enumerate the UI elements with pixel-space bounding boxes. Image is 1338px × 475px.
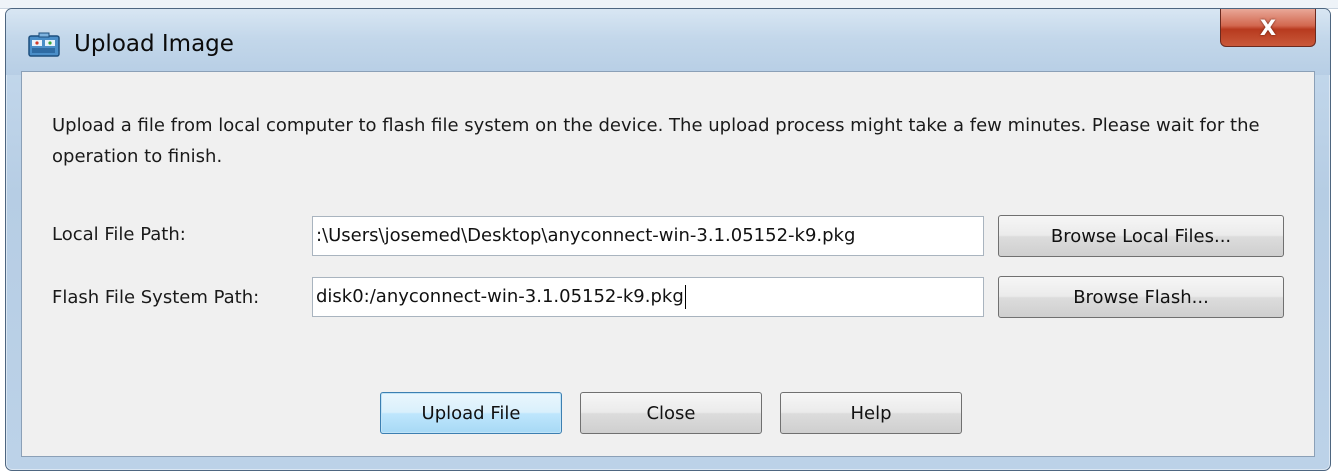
help-button[interactable]: Help	[780, 392, 962, 434]
window-title: Upload Image	[74, 31, 234, 57]
browse-flash-button[interactable]: Browse Flash...	[998, 276, 1284, 318]
flash-file-system-path-label: Flash File System Path:	[52, 287, 260, 308]
upload-file-button[interactable]: Upload File	[380, 392, 562, 434]
dialog-body: Upload a file from local computer to fla…	[21, 71, 1315, 457]
local-file-path-input[interactable]: :\Users\josemed\Desktop\anyconnect-win-3…	[312, 216, 984, 256]
text-caret	[684, 285, 686, 309]
flash-file-system-path-input[interactable]: disk0:/anyconnect-win-3.1.05152-k9.pkg	[312, 277, 984, 317]
local-file-path-label: Local File Path:	[52, 224, 186, 245]
window-close-button[interactable]: X	[1220, 9, 1316, 47]
description-text: Upload a file from local computer to fla…	[52, 115, 1260, 167]
close-icon: X	[1259, 15, 1277, 40]
flash-file-system-path-value: disk0:/anyconnect-win-3.1.05152-k9.pkg	[316, 286, 684, 307]
upload-image-dialog: Upload Image X Upload a file from local …	[5, 8, 1331, 471]
browse-local-files-button[interactable]: Browse Local Files...	[998, 215, 1284, 257]
upload-image-icon	[28, 32, 60, 58]
title-bar[interactable]: Upload Image X	[6, 9, 1330, 75]
close-button[interactable]: Close	[580, 392, 762, 434]
local-file-path-value: :\Users\josemed\Desktop\anyconnect-win-3…	[316, 225, 856, 246]
